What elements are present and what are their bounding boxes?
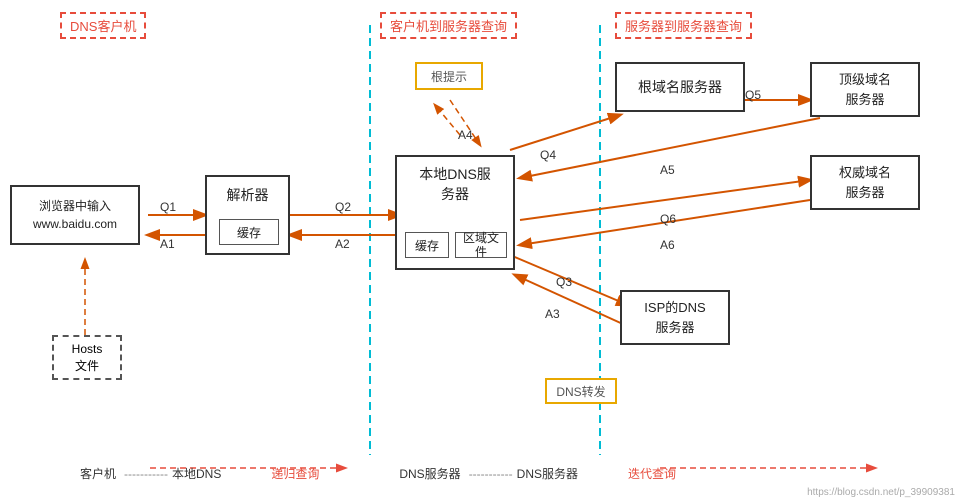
local-dns-bottom-label: 本地DNS (172, 465, 221, 482)
bottom-bar: 客户机 ----------- 本地DNS 递归查询 DNS服务器 ------… (0, 465, 959, 482)
root-hint-label: 根提示 (431, 68, 467, 85)
iterative-label: 迭代查询 (628, 465, 676, 482)
root-dns-box: 根域名服务器 (615, 62, 745, 112)
local-dns-box: 本地DNS服务器 缓存 区域文件 (395, 155, 515, 270)
a2-label: A2 (335, 237, 350, 251)
a4-label: A4 (458, 128, 473, 142)
resolver-label: 解析器 (207, 185, 288, 205)
a5-label: A5 (660, 163, 675, 177)
cache2-label: 缓存 (415, 237, 439, 254)
q4-label: Q4 (540, 148, 556, 162)
zone-file-label: 区域文件 (463, 231, 499, 260)
diagram: DNS客户机 客户机到服务器查询 服务器到服务器查询 浏览器中输入www.bai… (0, 0, 959, 500)
dns-server-label: DNS服务器 (399, 465, 460, 482)
dns-server2-label: DNS服务器 (517, 465, 578, 482)
watermark: https://blog.csdn.net/p_39909381 (807, 487, 955, 498)
root-hint-box: 根提示 (415, 62, 483, 90)
tld-dns-label: 顶级域名服务器 (839, 70, 891, 109)
auth-dns-box: 权威域名服务器 (810, 155, 920, 210)
q5-label: Q5 (745, 88, 761, 102)
browser-input-box: 浏览器中输入www.baidu.com (10, 185, 140, 245)
a1-label: A1 (160, 237, 175, 251)
cache1-box: 缓存 (219, 219, 279, 245)
q6-label: Q6 (660, 212, 676, 226)
q2-label: Q2 (335, 200, 351, 214)
a3-label: A3 (545, 307, 560, 321)
tld-dns-box: 顶级域名服务器 (810, 62, 920, 117)
isp-dns-box: ISP的DNS服务器 (620, 290, 730, 345)
hosts-file-label: Hosts文件 (72, 341, 103, 375)
cache2-box: 缓存 (405, 232, 449, 258)
recursive-label: 递归查询 (271, 465, 319, 482)
auth-dns-label: 权威域名服务器 (839, 163, 891, 202)
local-dns-label: 本地DNS服务器 (397, 165, 513, 204)
dns-forward-box: DNS转发 (545, 378, 617, 404)
hosts-file-box: Hosts文件 (52, 335, 122, 380)
browser-input-label: 浏览器中输入www.baidu.com (33, 197, 117, 233)
q3-label: Q3 (556, 275, 572, 289)
section-dns-client: DNS客户机 (60, 12, 146, 39)
isp-dns-label: ISP的DNS服务器 (644, 298, 705, 337)
dns-forward-label: DNS转发 (556, 383, 605, 400)
section-server-to-server: 服务器到服务器查询 (615, 12, 752, 39)
q1-label: Q1 (160, 200, 176, 214)
zone-file-box: 区域文件 (455, 232, 507, 258)
a6-label: A6 (660, 238, 675, 252)
root-dns-label: 根域名服务器 (638, 77, 722, 97)
client-label: 客户机 (80, 465, 116, 482)
cache1-label: 缓存 (237, 224, 261, 241)
section-client-to-server: 客户机到服务器查询 (380, 12, 517, 39)
resolver-box: 解析器 缓存 (205, 175, 290, 255)
